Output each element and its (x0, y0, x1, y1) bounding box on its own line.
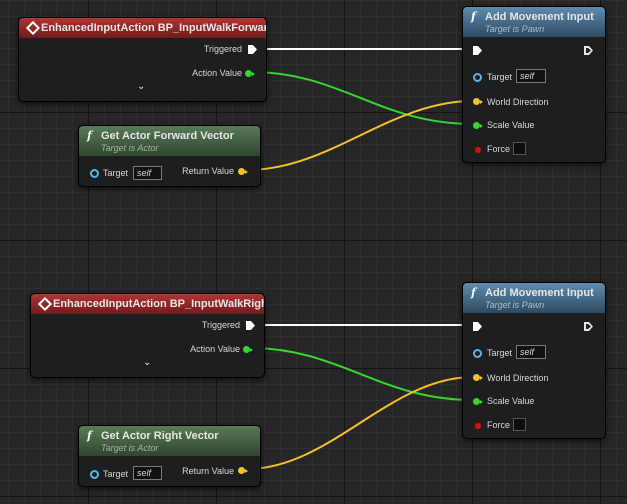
world-direction-pin[interactable] (473, 374, 483, 381)
action-value-wire-right[interactable] (249, 347, 474, 401)
target-label: Target (487, 348, 513, 358)
force-checkbox[interactable] (513, 418, 526, 431)
force-pin[interactable] (474, 146, 482, 154)
force-checkbox[interactable] (513, 142, 526, 155)
expand-chevron-icon[interactable]: ⌄ (143, 357, 151, 368)
exec-in-pin[interactable] (473, 322, 482, 331)
force-label: Force (487, 144, 511, 154)
right-vector-wire[interactable] (246, 376, 474, 470)
action-value-wire-forward[interactable] (251, 71, 474, 125)
function-header: f Get Actor Forward Vector Target is Act… (79, 126, 260, 156)
target-self-field[interactable]: self (133, 466, 162, 480)
add-movement-input-node-forward[interactable]: f Add Movement Input Target is Pawn Targ… (462, 6, 606, 163)
force-pin[interactable] (474, 422, 482, 430)
scale-value-pin[interactable] (473, 122, 483, 129)
exec-in-pin[interactable] (473, 46, 482, 55)
exec-out-pin[interactable] (584, 46, 593, 55)
return-value-label: Return Value (182, 466, 234, 476)
event-diamond-icon (37, 296, 53, 312)
world-direction-label: World Direction (487, 97, 549, 107)
triggered-exec-pin[interactable] (248, 45, 257, 54)
node-subtitle: Target is Pawn (485, 24, 545, 34)
return-value-pin[interactable] (238, 168, 248, 175)
target-label: Target (487, 72, 513, 82)
get-actor-forward-vector-node[interactable]: f Get Actor Forward Vector Target is Act… (78, 125, 261, 187)
force-label: Force (487, 420, 511, 430)
forward-vector-wire[interactable] (246, 100, 474, 171)
triggered-label: Triggered (203, 44, 242, 54)
target-self-field[interactable]: self (516, 69, 546, 83)
function-header: f Add Movement Input Target is Pawn (463, 283, 605, 313)
target-label: Target (103, 469, 129, 479)
event-node-walk-right[interactable]: EnhancedInputAction BP_InputWalkRight Tr… (30, 293, 265, 378)
get-actor-right-vector-node[interactable]: f Get Actor Right Vector Target is Actor… (78, 425, 261, 487)
node-subtitle: Target is Pawn (485, 300, 545, 310)
node-title: Add Movement Input (485, 11, 594, 23)
target-pin[interactable] (473, 349, 482, 358)
target-pin[interactable] (473, 73, 482, 82)
function-icon: f (87, 129, 92, 142)
node-subtitle: Target is Actor (101, 443, 159, 453)
action-value-label: Action Value (190, 344, 240, 354)
function-header: f Get Actor Right Vector Target is Actor (79, 426, 260, 456)
function-icon: f (471, 286, 476, 299)
exec-out-pin[interactable] (584, 322, 593, 331)
event-header: EnhancedInputAction BP_InputWalkForward (19, 18, 266, 38)
event-diamond-icon (25, 20, 41, 36)
scale-value-label: Scale Value (487, 396, 535, 406)
action-value-label: Action Value (192, 68, 242, 78)
function-header: f Add Movement Input Target is Pawn (463, 7, 605, 37)
function-icon: f (471, 10, 476, 23)
scale-value-label: Scale Value (487, 120, 535, 130)
scale-value-pin[interactable] (473, 398, 483, 405)
node-subtitle: Target is Actor (101, 143, 159, 153)
triggered-label: Triggered (201, 320, 240, 330)
target-pin[interactable] (90, 169, 99, 178)
return-value-pin[interactable] (238, 467, 248, 474)
world-direction-pin[interactable] (473, 98, 483, 105)
node-title: Add Movement Input (485, 287, 594, 299)
node-title: Get Actor Right Vector (101, 430, 219, 442)
target-pin[interactable] (90, 470, 99, 479)
event-node-walk-forward[interactable]: EnhancedInputAction BP_InputWalkForward … (18, 17, 267, 102)
action-value-pin[interactable] (243, 346, 253, 353)
triggered-exec-pin[interactable] (246, 321, 255, 330)
expand-chevron-icon[interactable]: ⌄ (137, 81, 145, 92)
target-label: Target (103, 168, 129, 178)
action-value-pin[interactable] (245, 70, 255, 77)
event-header: EnhancedInputAction BP_InputWalkRight (31, 294, 264, 314)
world-direction-label: World Direction (487, 373, 549, 383)
add-movement-input-node-right[interactable]: f Add Movement Input Target is Pawn Targ… (462, 282, 606, 439)
function-icon: f (87, 429, 92, 442)
return-value-label: Return Value (182, 166, 234, 176)
event-title: EnhancedInputAction BP_InputWalkRight (53, 298, 265, 310)
target-self-field[interactable]: self (133, 166, 162, 180)
node-title: Get Actor Forward Vector (101, 130, 234, 142)
target-self-field[interactable]: self (516, 345, 546, 359)
event-title: EnhancedInputAction BP_InputWalkForward (41, 22, 267, 34)
